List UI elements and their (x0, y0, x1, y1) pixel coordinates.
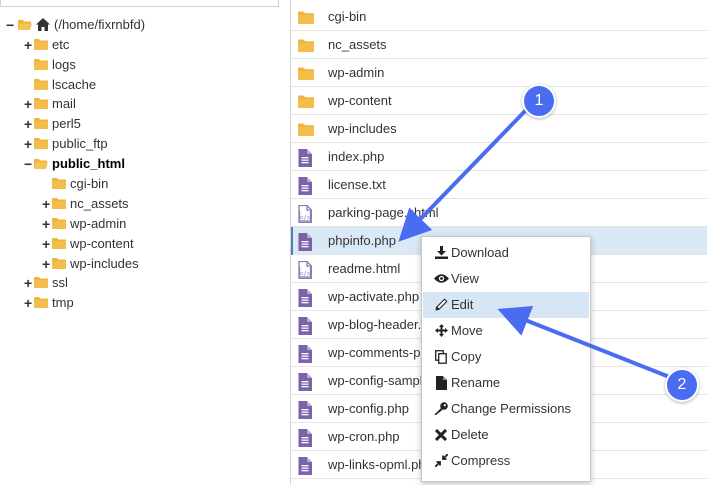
annotation-arrow-2 (497, 305, 674, 380)
annotation-badge-1: 1 (522, 84, 556, 118)
annotation-arrow-1 (398, 106, 530, 242)
annotation-badge-2: 2 (665, 368, 699, 402)
annotation-overlay (398, 106, 674, 380)
